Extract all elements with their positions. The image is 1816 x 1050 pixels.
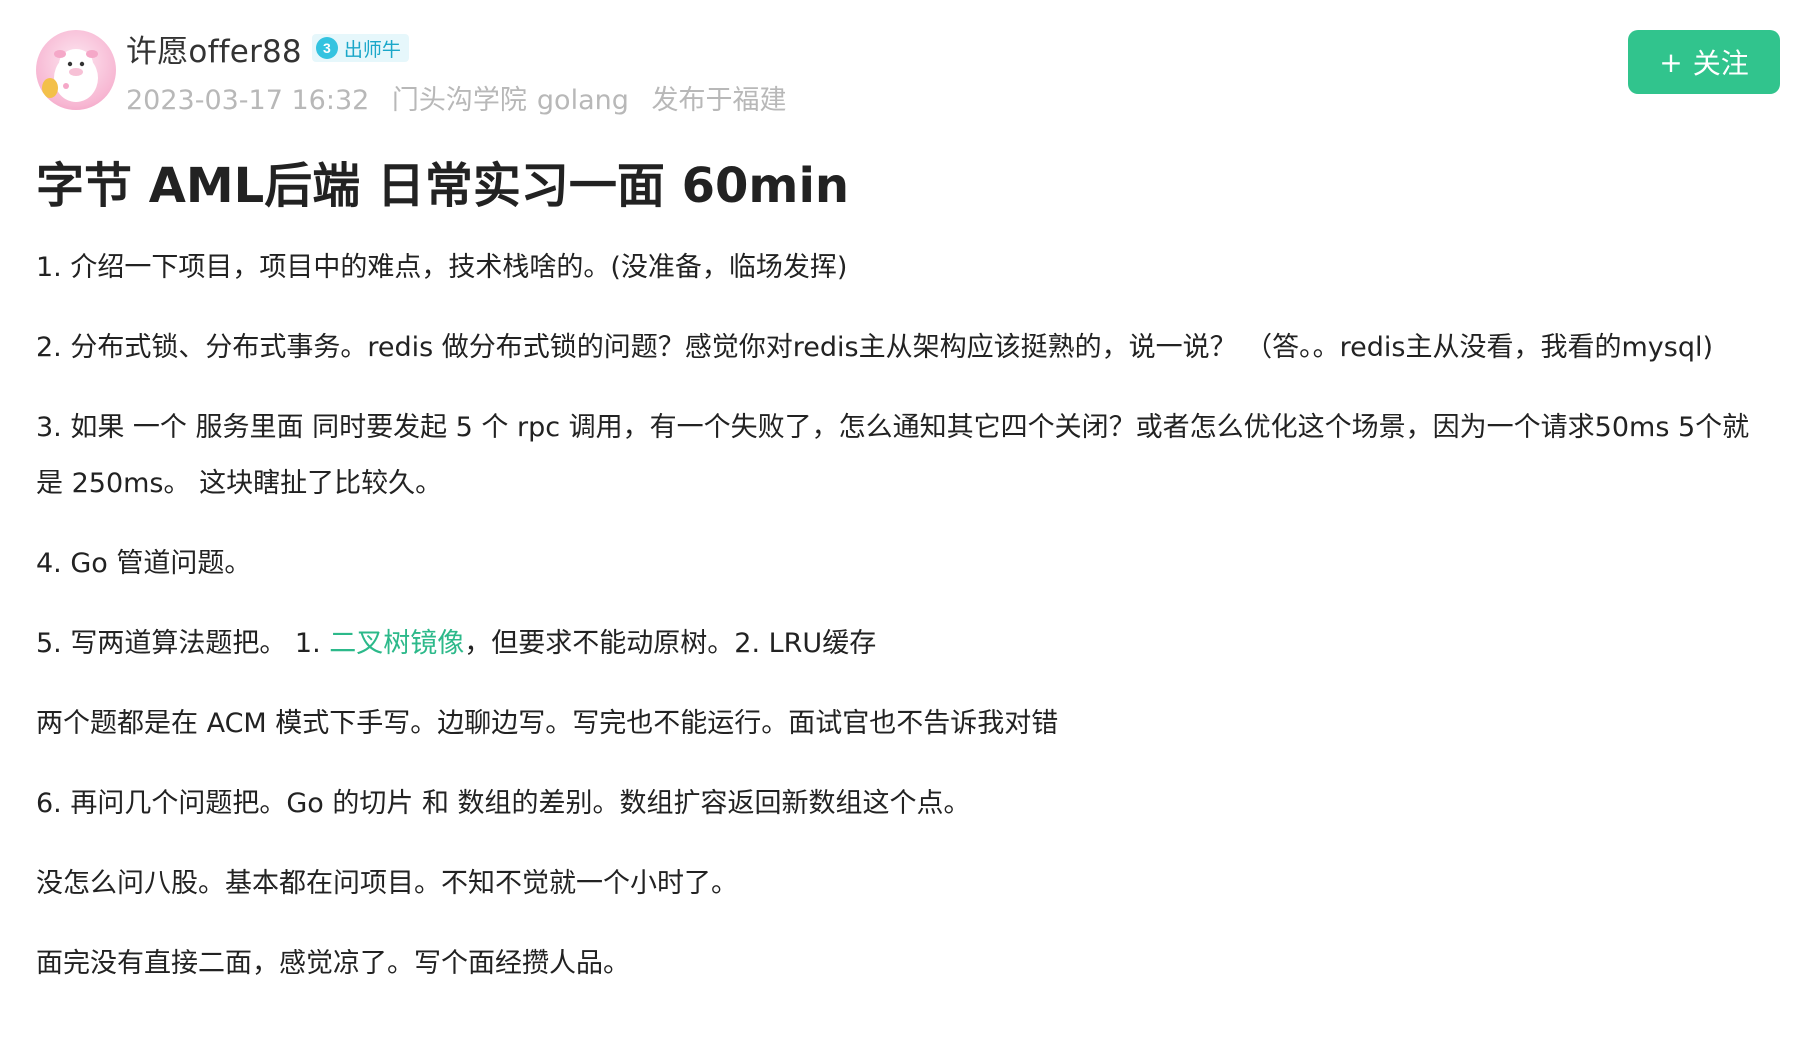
paragraph-9: 面完没有直接二面，感觉凉了。写个面经攒人品。	[36, 948, 630, 979]
avatar[interactable]	[36, 30, 116, 110]
plus-icon: +	[1659, 45, 1683, 79]
paragraph-1: 1. 介绍一下项目，项目中的难点，技术栈啥的。(没准备，临场发挥)	[36, 252, 848, 283]
paragraph-7: 6. 再问几个问题把。Go 的切片 和 数组的差别。数组扩容返回新数组这个点。	[36, 788, 971, 819]
author-tag: golang	[536, 85, 629, 116]
paragraph-5: 5. 写两道算法题把。 1. 二叉树镜像，但要求不能动原树。2. LRU缓存	[36, 616, 1776, 672]
post-body: 1. 介绍一下项目，项目中的难点，技术栈啥的。(没准备，临场发挥) 2. 分布式…	[36, 240, 1776, 1016]
follow-button-label: 关注	[1692, 47, 1749, 80]
author-block: 许愿offer88 3 出师牛 2023-03-17 16:32 门头沟学院 go…	[126, 28, 786, 117]
paragraph-5-prefix: 5. 写两道算法题把。 1.	[36, 628, 330, 659]
author-school: 门头沟学院	[391, 85, 527, 116]
paragraph-4: 4. Go 管道问题。	[36, 548, 252, 579]
post-header: 许愿offer88 3 出师牛 2023-03-17 16:32 门头沟学院 go…	[36, 28, 1780, 116]
paragraph-8: 没怎么问八股。基本都在问项目。不知不觉就一个小时了。	[36, 868, 738, 899]
follow-button[interactable]: + 关注	[1628, 30, 1780, 94]
post-meta: 2023-03-17 16:32 门头沟学院 golang 发布于福建	[126, 78, 786, 117]
paragraph-2: 2. 分布式锁、分布式事务。redis 做分布式锁的问题？感觉你对redis主从…	[36, 332, 1714, 363]
paragraph-5-suffix: ，但要求不能动原树。2. LRU缓存	[464, 628, 877, 659]
author-name[interactable]: 许愿offer88	[126, 26, 302, 71]
post-title: 字节 AML后端 日常实习一面 60min	[36, 158, 850, 214]
cartoon-cow-avatar-icon	[42, 49, 98, 102]
level-badge-icon: 3	[315, 37, 338, 59]
paragraph-3: 3. 如果 一个 服务里面 同时要发起 5 个 rpc 调用，有一个失败了，怎么…	[36, 412, 1750, 499]
post-datetime: 2023-03-17 16:32	[126, 85, 370, 116]
level-badge-label: 出师牛	[343, 38, 401, 61]
paragraph-6: 两个题都是在 ACM 模式下手写。边聊边写。写完也不能运行。面试官也不告诉我对错	[36, 708, 1059, 739]
author-line: 许愿offer88 3 出师牛	[126, 26, 786, 71]
level-badge: 3 出师牛	[311, 34, 409, 62]
post-location: 发布于福建	[651, 85, 787, 116]
binary-tree-mirror-link[interactable]: 二叉树镜像	[329, 628, 464, 659]
